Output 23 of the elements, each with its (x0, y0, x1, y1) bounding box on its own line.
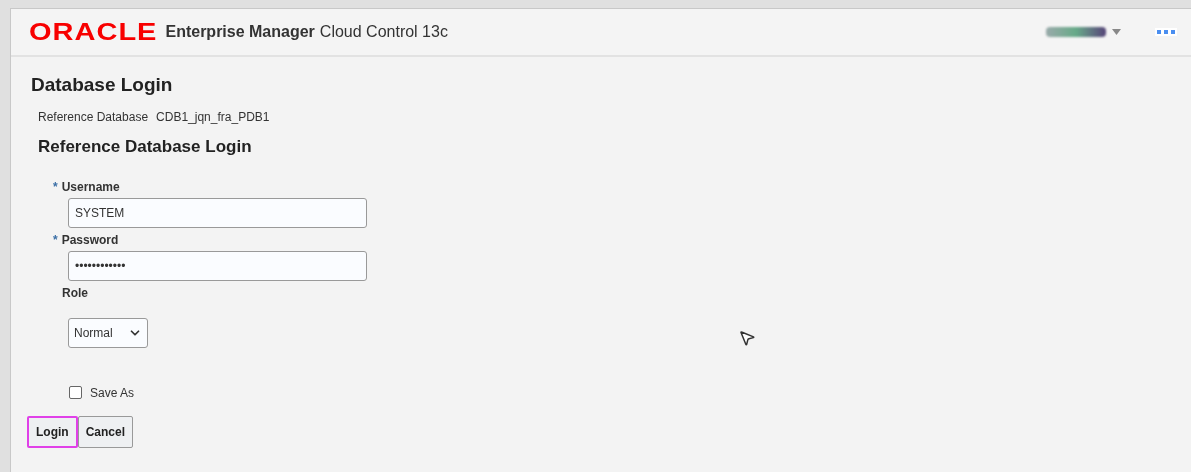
user-name-redacted[interactable] (1046, 27, 1106, 37)
product-edition: Cloud Control 13c (319, 22, 448, 42)
save-as-label: Save As (90, 384, 135, 402)
form-button[interactable]: Login (27, 415, 78, 448)
oracle-logo: ORACLE (29, 20, 158, 44)
field-label: Username (61, 178, 120, 196)
reference-label: Reference Database (38, 109, 149, 126)
caret-icon[interactable] (1112, 29, 1121, 35)
more-icon[interactable] (1155, 28, 1177, 36)
input-field[interactable]: •••••••••••• (68, 250, 367, 281)
form-button[interactable]: Cancel (77, 415, 133, 448)
required-mark: * (53, 178, 58, 196)
mouse-cursor-icon (738, 329, 756, 347)
reference-value: CDB1_jqn_fra_PDB1 (156, 109, 270, 126)
role-select[interactable]: Normal (68, 317, 148, 348)
field-label: Role (62, 284, 88, 302)
page-title: Database Login (31, 75, 174, 94)
product-name: Enterprise Manager (165, 22, 315, 42)
save-as-checkbox[interactable] (69, 386, 82, 399)
input-field[interactable]: SYSTEM (68, 197, 367, 228)
field-label: Password (61, 231, 119, 249)
required-mark: * (53, 231, 58, 249)
section-title: Reference Database Login (38, 136, 253, 158)
